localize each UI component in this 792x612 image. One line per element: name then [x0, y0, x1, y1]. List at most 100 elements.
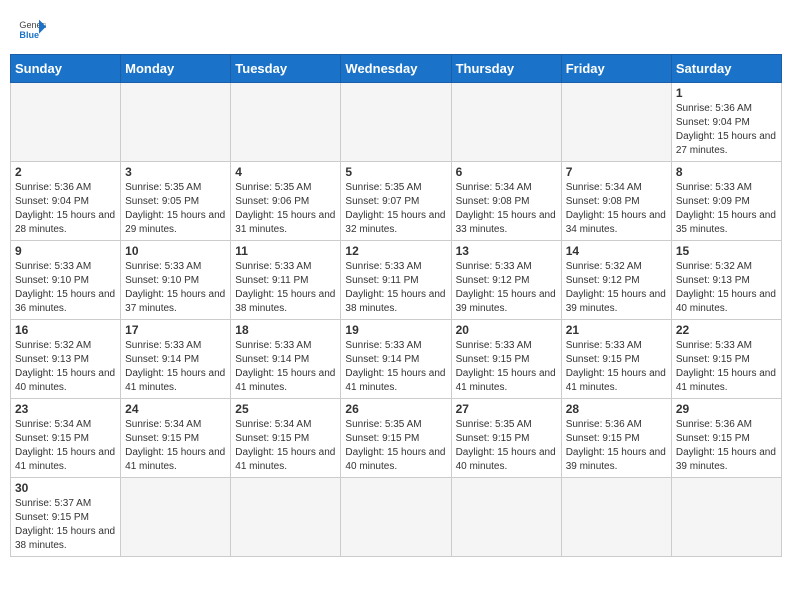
day-info: Sunrise: 5:34 AM Sunset: 9:15 PM Dayligh… [235, 418, 336, 474]
day-number: 4 [235, 165, 336, 179]
calendar-cell: 19Sunrise: 5:33 AM Sunset: 9:14 PM Dayli… [341, 320, 451, 399]
day-info: Sunrise: 5:35 AM Sunset: 9:15 PM Dayligh… [345, 418, 446, 474]
day-number: 11 [235, 244, 336, 258]
calendar-cell: 29 Sunrise: 5:36 AM Sunset: 9:15 PM Dayli… [671, 399, 781, 478]
day-info: Sunrise: 5:36 AM Sunset: 9:04 PM Dayligh… [676, 102, 777, 158]
day-info: Sunrise: 5:35 AM Sunset: 9:15 PM Dayligh… [456, 418, 557, 474]
day-number: 13 [456, 244, 557, 258]
day-info: Sunrise: 5:32 AM Sunset: 9:13 PM Dayligh… [15, 339, 116, 395]
day-info: Sunrise: 5:34 AM Sunset: 9:15 PM Dayligh… [15, 418, 116, 474]
day-number: 2 [15, 165, 116, 179]
day-info: Sunrise: 5:33 AM Sunset: 9:15 PM Dayligh… [566, 339, 667, 395]
col-header-wednesday: Wednesday [341, 55, 451, 83]
calendar-week-0: 1 Sunrise: 5:36 AM Sunset: 9:04 PM Daylig… [11, 83, 782, 162]
day-number: 7 [566, 165, 667, 179]
calendar-cell: 24Sunrise: 5:34 AM Sunset: 9:15 PM Dayli… [121, 399, 231, 478]
day-number: 29 [676, 402, 777, 416]
day-number: 12 [345, 244, 446, 258]
calendar-cell: 9 Sunrise: 5:33 AM Sunset: 9:10 PM Daylig… [11, 241, 121, 320]
calendar-cell: 2 Sunrise: 5:36 AM Sunset: 9:04 PM Daylig… [11, 162, 121, 241]
calendar-week-1: 2 Sunrise: 5:36 AM Sunset: 9:04 PM Daylig… [11, 162, 782, 241]
day-number: 17 [125, 323, 226, 337]
calendar-header-row: SundayMondayTuesdayWednesdayThursdayFrid… [11, 55, 782, 83]
day-number: 8 [676, 165, 777, 179]
calendar-cell: 27Sunrise: 5:35 AM Sunset: 9:15 PM Dayli… [451, 399, 561, 478]
calendar-cell: 4Sunrise: 5:35 AM Sunset: 9:06 PM Daylig… [231, 162, 341, 241]
calendar-week-5: 30 Sunrise: 5:37 AM Sunset: 9:15 PM Dayli… [11, 478, 782, 557]
calendar-cell: 28 Sunrise: 5:36 AM Sunset: 9:15 PM Dayli… [561, 399, 671, 478]
col-header-sunday: Sunday [11, 55, 121, 83]
calendar-cell: 25 Sunrise: 5:34 AM Sunset: 9:15 PM Dayli… [231, 399, 341, 478]
svg-text:Blue: Blue [19, 30, 39, 40]
day-info: Sunrise: 5:33 AM Sunset: 9:10 PM Dayligh… [15, 260, 116, 316]
calendar-cell: 7 Sunrise: 5:34 AM Sunset: 9:08 PM Daylig… [561, 162, 671, 241]
calendar-cell: 11Sunrise: 5:33 AM Sunset: 9:11 PM Dayli… [231, 241, 341, 320]
calendar-cell [671, 478, 781, 557]
day-number: 5 [345, 165, 446, 179]
day-info: Sunrise: 5:33 AM Sunset: 9:12 PM Dayligh… [456, 260, 557, 316]
col-header-tuesday: Tuesday [231, 55, 341, 83]
day-number: 9 [15, 244, 116, 258]
page-header: General Blue [10, 10, 782, 46]
day-number: 24 [125, 402, 226, 416]
day-number: 25 [235, 402, 336, 416]
calendar-cell: 21 Sunrise: 5:33 AM Sunset: 9:15 PM Dayli… [561, 320, 671, 399]
calendar-cell: 18Sunrise: 5:33 AM Sunset: 9:14 PM Dayli… [231, 320, 341, 399]
calendar-cell [451, 478, 561, 557]
calendar-cell [231, 83, 341, 162]
day-number: 19 [345, 323, 446, 337]
calendar-cell [341, 83, 451, 162]
calendar-cell [121, 83, 231, 162]
calendar-cell: 22Sunrise: 5:33 AM Sunset: 9:15 PM Dayli… [671, 320, 781, 399]
day-number: 6 [456, 165, 557, 179]
day-info: Sunrise: 5:36 AM Sunset: 9:15 PM Dayligh… [676, 418, 777, 474]
calendar-cell: 26Sunrise: 5:35 AM Sunset: 9:15 PM Dayli… [341, 399, 451, 478]
calendar-cell: 16 Sunrise: 5:32 AM Sunset: 9:13 PM Dayli… [11, 320, 121, 399]
day-number: 14 [566, 244, 667, 258]
calendar-cell [561, 83, 671, 162]
calendar-cell: 10 Sunrise: 5:33 AM Sunset: 9:10 PM Dayli… [121, 241, 231, 320]
col-header-friday: Friday [561, 55, 671, 83]
calendar-week-3: 16 Sunrise: 5:32 AM Sunset: 9:13 PM Dayli… [11, 320, 782, 399]
col-header-monday: Monday [121, 55, 231, 83]
day-info: Sunrise: 5:36 AM Sunset: 9:15 PM Dayligh… [566, 418, 667, 474]
day-info: Sunrise: 5:36 AM Sunset: 9:04 PM Dayligh… [15, 181, 116, 237]
calendar-cell: 15 Sunrise: 5:32 AM Sunset: 9:13 PM Dayli… [671, 241, 781, 320]
day-info: Sunrise: 5:37 AM Sunset: 9:15 PM Dayligh… [15, 497, 116, 553]
calendar-cell: 23Sunrise: 5:34 AM Sunset: 9:15 PM Dayli… [11, 399, 121, 478]
day-number: 1 [676, 86, 777, 100]
day-number: 22 [676, 323, 777, 337]
calendar-cell: 5Sunrise: 5:35 AM Sunset: 9:07 PM Daylig… [341, 162, 451, 241]
day-info: Sunrise: 5:33 AM Sunset: 9:15 PM Dayligh… [456, 339, 557, 395]
day-info: Sunrise: 5:32 AM Sunset: 9:13 PM Dayligh… [676, 260, 777, 316]
calendar-cell [451, 83, 561, 162]
col-header-saturday: Saturday [671, 55, 781, 83]
calendar-cell: 1 Sunrise: 5:36 AM Sunset: 9:04 PM Daylig… [671, 83, 781, 162]
calendar-cell: 14 Sunrise: 5:32 AM Sunset: 9:12 PM Dayli… [561, 241, 671, 320]
calendar-cell: 12Sunrise: 5:33 AM Sunset: 9:11 PM Dayli… [341, 241, 451, 320]
day-number: 10 [125, 244, 226, 258]
calendar-week-4: 23Sunrise: 5:34 AM Sunset: 9:15 PM Dayli… [11, 399, 782, 478]
day-info: Sunrise: 5:33 AM Sunset: 9:14 PM Dayligh… [125, 339, 226, 395]
day-number: 16 [15, 323, 116, 337]
calendar-cell [121, 478, 231, 557]
day-number: 3 [125, 165, 226, 179]
calendar-cell [11, 83, 121, 162]
day-number: 21 [566, 323, 667, 337]
day-info: Sunrise: 5:35 AM Sunset: 9:05 PM Dayligh… [125, 181, 226, 237]
day-number: 30 [15, 481, 116, 495]
calendar-cell: 20 Sunrise: 5:33 AM Sunset: 9:15 PM Dayli… [451, 320, 561, 399]
day-number: 15 [676, 244, 777, 258]
calendar-cell: 6Sunrise: 5:34 AM Sunset: 9:08 PM Daylig… [451, 162, 561, 241]
day-info: Sunrise: 5:33 AM Sunset: 9:10 PM Dayligh… [125, 260, 226, 316]
day-info: Sunrise: 5:32 AM Sunset: 9:12 PM Dayligh… [566, 260, 667, 316]
calendar-cell: 13 Sunrise: 5:33 AM Sunset: 9:12 PM Dayli… [451, 241, 561, 320]
col-header-thursday: Thursday [451, 55, 561, 83]
calendar-table: SundayMondayTuesdayWednesdayThursdayFrid… [10, 54, 782, 557]
day-number: 20 [456, 323, 557, 337]
calendar-cell: 8 Sunrise: 5:33 AM Sunset: 9:09 PM Daylig… [671, 162, 781, 241]
day-number: 18 [235, 323, 336, 337]
day-info: Sunrise: 5:34 AM Sunset: 9:08 PM Dayligh… [566, 181, 667, 237]
day-number: 28 [566, 402, 667, 416]
day-info: Sunrise: 5:33 AM Sunset: 9:09 PM Dayligh… [676, 181, 777, 237]
